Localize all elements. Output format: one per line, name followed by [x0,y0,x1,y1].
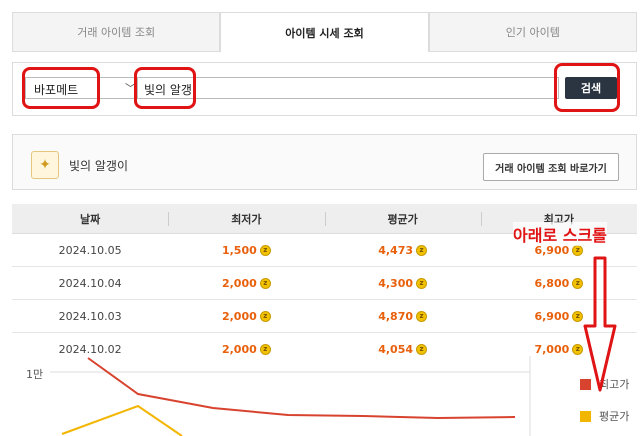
search-input[interactable]: 빛의 알갱 [137,77,559,99]
y-tick-label: 1만 [26,368,44,381]
coin-icon: z [416,277,428,289]
coin-icon: z [259,277,271,289]
row-min: 2,000 [221,276,257,290]
goto-trade-button[interactable]: 거래 아이템 조회 바로가기 [483,153,619,181]
coin-icon: z [259,344,271,355]
row-max: 6,800 [534,276,570,290]
coin-icon: z [259,310,271,322]
series-line-max [87,357,516,420]
header-avg: 평균가 [324,204,481,233]
highlight-box-server [22,67,100,109]
row-date: 2024.10.05 [58,243,122,257]
tab-trade-items[interactable]: 거래 아이템 조회 [12,12,221,52]
row-max: 6,900 [534,309,570,323]
legend-avg[interactable]: 평균가 [580,408,629,424]
tab-price-lookup[interactable]: 아이템 시세 조회 [220,12,429,52]
row-date: 2024.10.03 [58,309,122,323]
header-min: 최저가 [168,204,324,233]
down-arrow-icon [583,256,617,392]
item-name: 빛의 알갱이 [69,159,129,173]
price-chart [50,356,531,436]
row-avg: 4,300 [378,276,414,290]
coin-icon: z [572,244,584,256]
row-avg: 4,054 [378,343,414,356]
header-date: 날짜 [80,212,101,226]
search-panel: 바포메트 ﹀ 빛의 알갱 검색 [12,62,637,116]
row-min: 1,500 [221,243,257,257]
table-row: 2024.10.03 2,000 z 4,870 z 6,900 z [12,300,637,333]
highlight-box-search [554,63,620,112]
legend-swatch-avg [580,410,591,422]
coin-icon: z [416,310,428,322]
row-min: 2,000 [221,309,257,323]
tab-popular-items[interactable]: 인기 아이템 [428,12,637,52]
row-date: 2024.10.04 [58,276,122,290]
coin-icon: z [259,244,271,256]
item-header: ✦ 빛의 알갱이 거래 아이템 조회 바로가기 [12,134,637,190]
row-min: 2,000 [221,343,257,356]
highlight-box-query [134,67,196,109]
row-avg: 4,870 [378,309,414,323]
row-max: 7,000 [534,343,570,356]
coin-icon: z [416,344,428,355]
series-line-avg [61,404,183,436]
row-avg: 4,473 [378,243,414,257]
legend-label-avg: 평균가 [599,410,630,423]
item-icon: ✦ [31,151,59,179]
scroll-annotation: 아래로 스크롤 [513,222,607,246]
table-row: 2024.10.04 2,000 z 4,300 z 6,800 z [12,267,637,300]
coin-icon: z [416,244,428,256]
tab-bar: 거래 아이템 조회 아이템 시세 조회 인기 아이템 [12,12,637,52]
